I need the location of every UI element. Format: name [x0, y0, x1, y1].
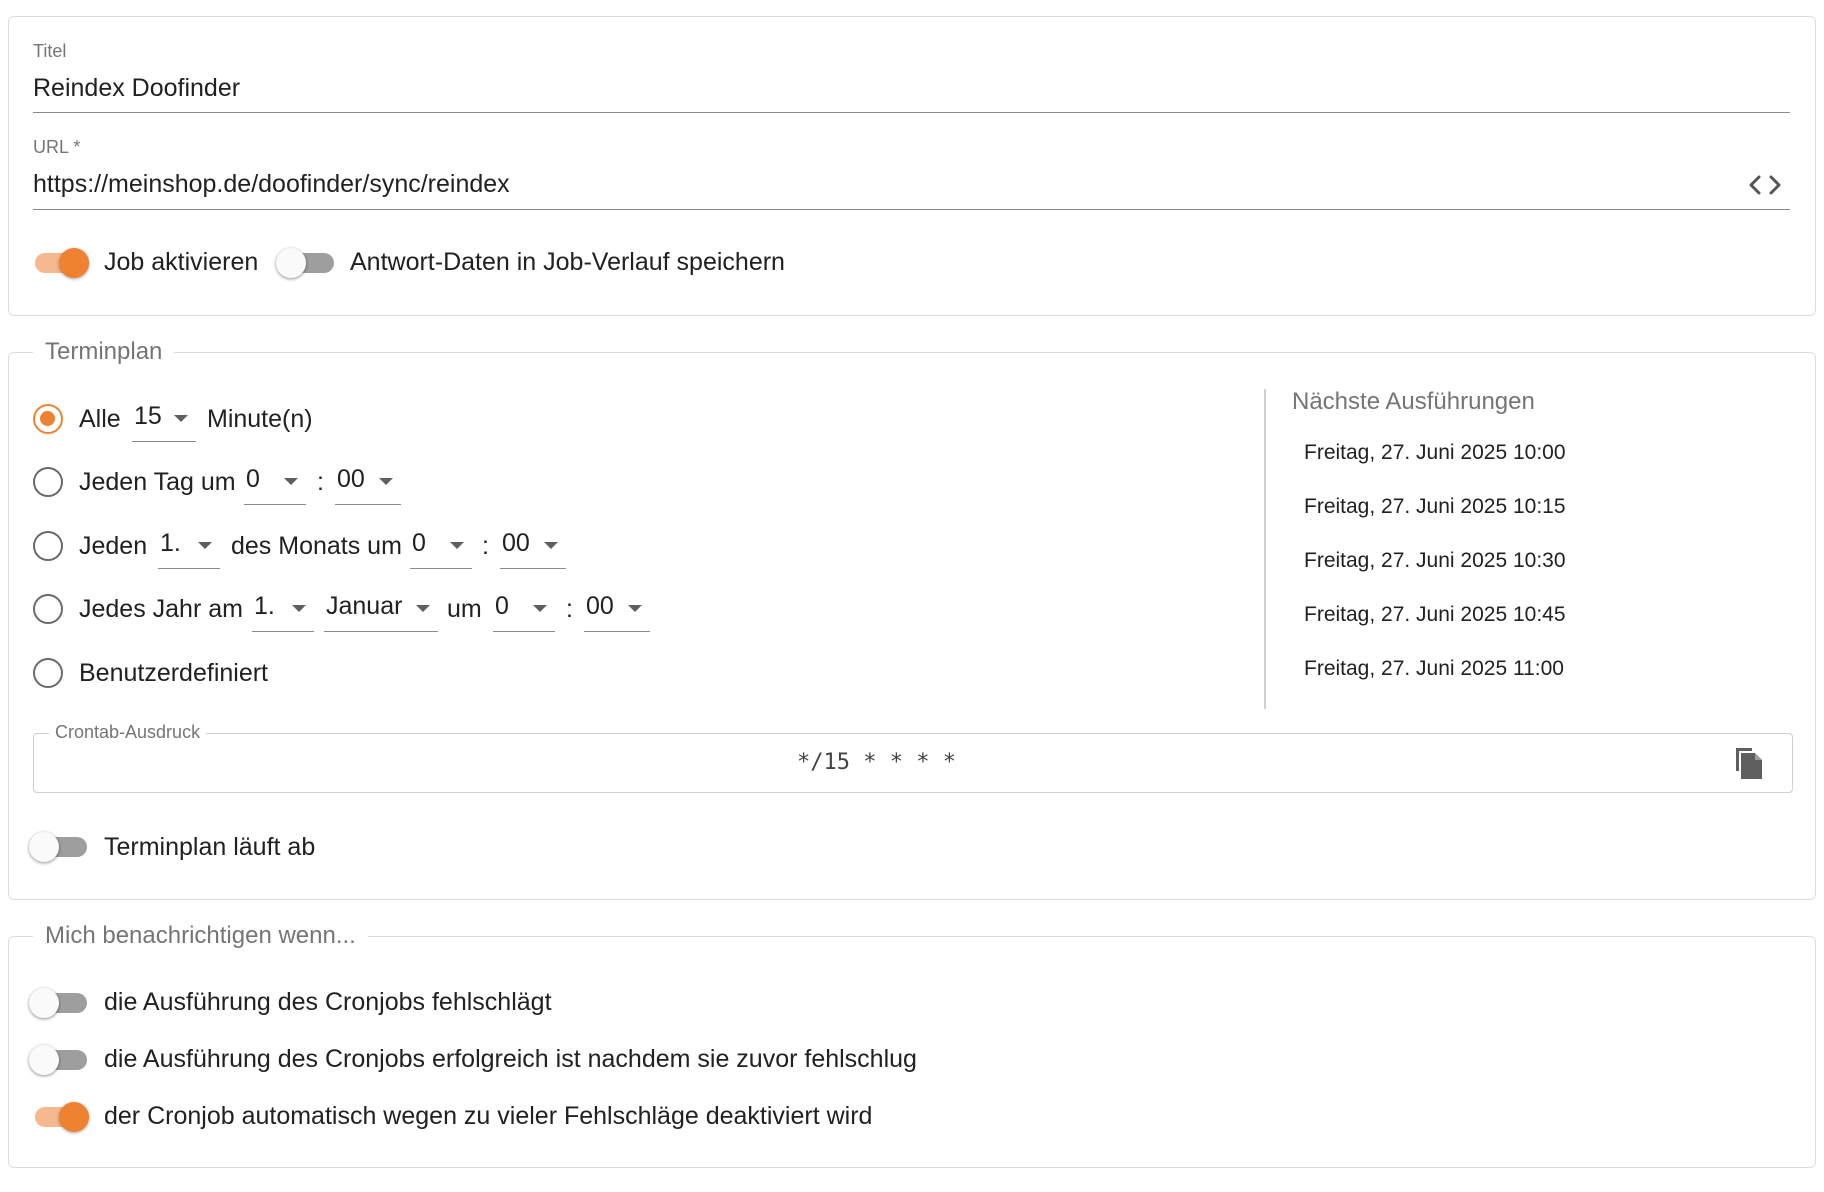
- chevron-down-icon: [284, 478, 298, 485]
- job-enable-toggle[interactable]: [31, 245, 89, 279]
- yearly-day-value: 1.: [254, 592, 275, 620]
- radio-yearly[interactable]: [33, 594, 63, 624]
- every-pre-label: Alle: [79, 405, 121, 433]
- monthly-hour-select[interactable]: 0: [410, 529, 472, 569]
- yearly-minute-value: 00: [586, 592, 614, 620]
- notify-recovery-toggle[interactable]: [29, 1042, 87, 1076]
- next-run-item: Freitag, 27. Juni 2025 10:45: [1304, 603, 1566, 626]
- chevron-down-icon: [198, 542, 212, 549]
- yearly-mid-label: um: [447, 595, 482, 623]
- title-field-label: Titel: [33, 41, 67, 61]
- next-run-item: Freitag, 27. Juni 2025 10:15: [1304, 495, 1566, 518]
- radio-every-minutes[interactable]: [33, 404, 63, 434]
- monthly-mid-label: des Monats um: [231, 532, 402, 560]
- code-icon[interactable]: [1748, 171, 1782, 199]
- monthly-minute-value: 00: [502, 529, 530, 557]
- chevron-down-icon: [544, 542, 558, 549]
- monthly-sep: :: [482, 532, 489, 560]
- job-enable-label: Job aktivieren: [104, 248, 259, 276]
- chevron-down-icon: [379, 478, 393, 485]
- chevron-down-icon: [628, 605, 642, 612]
- url-field-label: URL *: [33, 137, 81, 157]
- schedule-expires-toggle[interactable]: [29, 829, 87, 863]
- every-minutes-value: 15: [134, 402, 162, 430]
- daily-hour-value: 0: [246, 465, 260, 493]
- url-field-underline: [33, 209, 1790, 210]
- yearly-pre-label: Jedes Jahr am: [79, 595, 243, 623]
- daily-minute-select[interactable]: 00: [335, 465, 401, 505]
- next-run-item: Freitag, 27. Juni 2025 11:00: [1304, 657, 1564, 680]
- daily-sep: :: [317, 468, 324, 496]
- yearly-month-select[interactable]: Januar: [324, 592, 438, 632]
- monthly-hour-value: 0: [412, 529, 426, 557]
- chevron-down-icon: [416, 605, 430, 612]
- monthly-day-value: 1.: [160, 529, 181, 557]
- radio-daily[interactable]: [33, 467, 63, 497]
- crontab-value: */15 * * * *: [797, 750, 956, 775]
- notify-disabled-label: der Cronjob automatisch wegen zu vieler …: [104, 1102, 873, 1130]
- next-run-item: Freitag, 27. Juni 2025 10:30: [1304, 549, 1566, 572]
- schedule-legend: Terminplan: [33, 338, 175, 366]
- url-field[interactable]: https://meinshop.de/doofinder/sync/reind…: [33, 170, 510, 199]
- notify-failure-toggle[interactable]: [29, 985, 87, 1019]
- yearly-minute-select[interactable]: 00: [584, 592, 650, 632]
- daily-minute-value: 00: [337, 465, 365, 493]
- crontab-label: Crontab-Ausdruck: [49, 722, 207, 743]
- chevron-down-icon: [533, 605, 547, 612]
- title-field-underline: [33, 112, 1790, 113]
- radio-custom[interactable]: [33, 658, 63, 688]
- notify-disabled-toggle[interactable]: [31, 1099, 89, 1133]
- daily-pre-label: Jeden Tag um: [79, 468, 236, 496]
- every-minutes-select[interactable]: 15: [132, 402, 196, 442]
- every-post-label: Minute(n): [207, 405, 313, 433]
- yearly-hour-select[interactable]: 0: [493, 592, 555, 632]
- next-runs-divider: [1264, 389, 1266, 709]
- save-response-toggle[interactable]: [276, 245, 334, 279]
- daily-hour-select[interactable]: 0: [244, 465, 306, 505]
- yearly-sep: :: [566, 595, 573, 623]
- title-field[interactable]: Reindex Doofinder: [33, 74, 240, 103]
- chevron-down-icon: [292, 605, 306, 612]
- monthly-minute-select[interactable]: 00: [500, 529, 566, 569]
- next-run-item: Freitag, 27. Juni 2025 10:00: [1304, 441, 1566, 464]
- custom-label: Benutzerdefiniert: [79, 659, 269, 687]
- schedule-expires-label: Terminplan läuft ab: [104, 833, 316, 861]
- monthly-pre-label: Jeden: [79, 532, 148, 560]
- notify-recovery-label: die Ausführung des Cronjobs erfolgreich …: [104, 1045, 917, 1073]
- notify-legend: Mich benachrichtigen wenn...: [33, 922, 368, 950]
- chevron-down-icon: [450, 542, 464, 549]
- yearly-day-select[interactable]: 1.: [252, 592, 314, 632]
- chevron-down-icon: [174, 415, 188, 422]
- yearly-hour-value: 0: [495, 592, 509, 620]
- radio-monthly[interactable]: [33, 531, 63, 561]
- monthly-day-select[interactable]: 1.: [158, 529, 220, 569]
- yearly-month-value: Januar: [326, 592, 403, 620]
- next-runs-title: Nächste Ausführungen: [1292, 388, 1535, 415]
- save-response-label: Antwort-Daten in Job-Verlauf speichern: [350, 248, 785, 276]
- copy-icon[interactable]: [1732, 745, 1766, 781]
- notify-failure-label: die Ausführung des Cronjobs fehlschlägt: [104, 988, 552, 1016]
